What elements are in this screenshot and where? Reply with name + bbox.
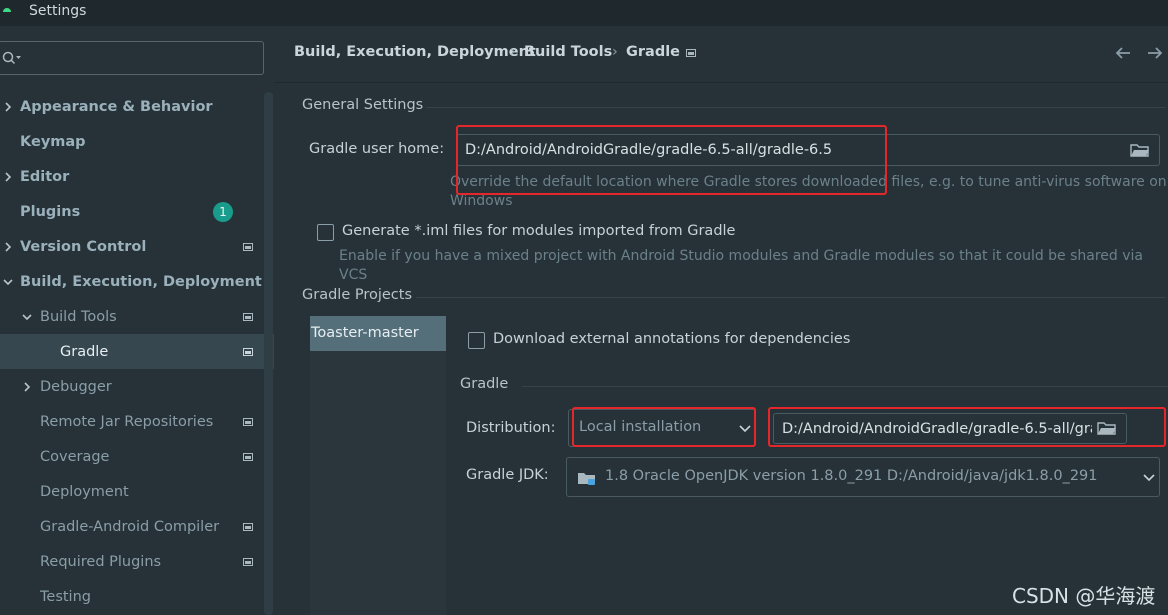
download-annotations-label: Download external annotations for depend…: [493, 331, 851, 347]
project-level-icon: [686, 49, 696, 57]
sidebar-item-label: Build, Execution, Deployment: [20, 273, 262, 290]
gradle-projects-list: Toaster-master: [310, 316, 446, 615]
distribution-select[interactable]: Local installation: [568, 409, 756, 447]
download-annotations-checkbox[interactable]: [468, 332, 485, 349]
chevron-right-icon: [5, 241, 12, 252]
project-settings: Download external annotations for depend…: [446, 316, 1168, 615]
gradle-jdk-label: Gradle JDK:: [466, 467, 549, 483]
sidebar-item-coverage[interactable]: Coverage: [0, 439, 262, 474]
folder-icon[interactable]: [1097, 420, 1117, 436]
sidebar-item-gradle-android-compiler[interactable]: Gradle-Android Compiler: [0, 509, 262, 544]
sidebar-item-label: Debugger: [40, 378, 112, 395]
sidebar-item-label: Remote Jar Repositories: [40, 413, 214, 430]
project-level-icon: [243, 557, 253, 566]
sidebar-item-build-tools[interactable]: Build Tools: [0, 299, 262, 334]
sidebar-item-label: Keymap: [20, 133, 86, 150]
distribution-value: Local installation: [579, 419, 702, 435]
sidebar-item-version-control[interactable]: Version Control: [0, 229, 262, 264]
sidebar-item-editor[interactable]: Editor: [0, 159, 262, 194]
plugins-update-badge: 1: [213, 201, 233, 222]
sidebar-item-deployment[interactable]: Deployment: [0, 474, 262, 509]
sidebar-item-label: Version Control: [20, 238, 147, 255]
forward-arrow-icon[interactable]: [1146, 44, 1164, 62]
gradle-home-input[interactable]: [456, 134, 1160, 166]
sidebar-item-testing[interactable]: Testing: [0, 579, 262, 614]
chevron-right-icon: [5, 101, 12, 112]
sidebar-item-label: Required Plugins: [40, 553, 162, 570]
chevron-down-icon: [3, 278, 13, 285]
project-level-icon: [243, 242, 253, 251]
sidebar-item-label: Gradle-Android Compiler: [40, 518, 220, 535]
project-level-icon: [243, 417, 253, 426]
breadcrumb-item[interactable]: Build, Execution, Deployment: [294, 44, 536, 60]
sidebar-item-required-plugins[interactable]: Required Plugins: [0, 544, 262, 579]
sidebar-item-label: Editor: [20, 168, 70, 185]
sidebar-item-remote-jar-repositories[interactable]: Remote Jar Repositories: [0, 404, 262, 439]
header-divider: [274, 82, 1168, 83]
settings-content: Build, Execution, Deployment › Build Too…: [274, 26, 1168, 615]
search-icon: [2, 51, 21, 65]
chevron-down-icon: [22, 313, 32, 320]
sidebar-item-label: Appearance & Behavior: [20, 98, 213, 115]
sidebar-item-label: Build Tools: [40, 308, 117, 325]
window-title: Settings: [29, 3, 87, 19]
folder-icon[interactable]: [1130, 142, 1150, 158]
gradle-home-hint: Override the default location where Grad…: [450, 174, 1167, 190]
project-level-icon: [243, 347, 253, 356]
csdn-watermark: CSDN @华海渡: [1012, 584, 1156, 608]
chevron-right-icon: [5, 171, 12, 182]
gradle-projects-title: Gradle Projects: [302, 287, 413, 303]
section-divider: [416, 297, 1166, 298]
generate-iml-hint: Enable if you have a mixed project with …: [339, 248, 1144, 283]
gradle-home-label: Gradle user home:: [309, 141, 445, 157]
chevron-down-icon: [1143, 474, 1155, 482]
section-divider: [426, 107, 1166, 108]
title-bar: Settings: [0, 0, 1168, 26]
project-level-icon: [243, 312, 253, 321]
breadcrumb-separator: ›: [612, 44, 618, 60]
sidebar-scrollbar[interactable]: [264, 92, 273, 615]
project-level-icon: [243, 522, 253, 531]
gradle-section-title: Gradle: [460, 376, 509, 392]
back-arrow-icon[interactable]: [1114, 44, 1132, 62]
sidebar-item-build-execution-deployment[interactable]: Build, Execution, Deployment: [0, 264, 262, 299]
distribution-label: Distribution:: [466, 420, 556, 436]
sidebar-item-keymap[interactable]: Keymap: [0, 124, 262, 159]
generate-iml-label: Generate *.iml files for modules importe…: [342, 223, 736, 239]
sidebar-item-label: Testing: [40, 588, 91, 605]
sidebar-item-label: Gradle: [60, 343, 109, 360]
generate-iml-checkbox[interactable]: [317, 224, 334, 241]
breadcrumb-item[interactable]: Build Tools: [524, 44, 612, 60]
jdk-folder-icon: [578, 473, 595, 485]
chevron-right-icon: [24, 381, 31, 392]
sidebar-item-gradle[interactable]: Gradle: [0, 334, 274, 369]
settings-search[interactable]: [0, 41, 264, 75]
sidebar-item-plugins[interactable]: Plugins 1: [0, 194, 262, 229]
project-level-icon: [243, 452, 253, 461]
sidebar-item-debugger[interactable]: Debugger: [0, 369, 262, 404]
project-item-toaster-master[interactable]: Toaster-master: [310, 316, 446, 351]
gradle-home-hint-cont: Windows: [450, 193, 513, 209]
sidebar-item-appearance[interactable]: Appearance & Behavior: [0, 89, 262, 124]
breadcrumb-separator: ›: [510, 44, 516, 60]
sidebar-item-label: Plugins: [20, 203, 81, 220]
gradle-jdk-value: 1.8 Oracle OpenJDK version 1.8.0_291 D:/…: [605, 468, 1098, 484]
breadcrumb-current: Gradle: [626, 44, 681, 60]
sidebar-item-label: Deployment: [40, 483, 129, 500]
gradle-jdk-select[interactable]: 1.8 Oracle OpenJDK version 1.8.0_291 D:/…: [566, 457, 1160, 497]
distribution-path-input[interactable]: [773, 413, 1127, 444]
search-input[interactable]: [25, 46, 255, 70]
general-settings-title: General Settings: [302, 97, 424, 113]
chevron-down-icon: [739, 425, 751, 433]
section-divider: [522, 386, 1168, 387]
sidebar-item-label: Coverage: [40, 448, 110, 465]
android-studio-icon: [3, 8, 11, 12]
settings-sidebar: Appearance & Behavior Keymap Editor Plug…: [0, 26, 274, 615]
